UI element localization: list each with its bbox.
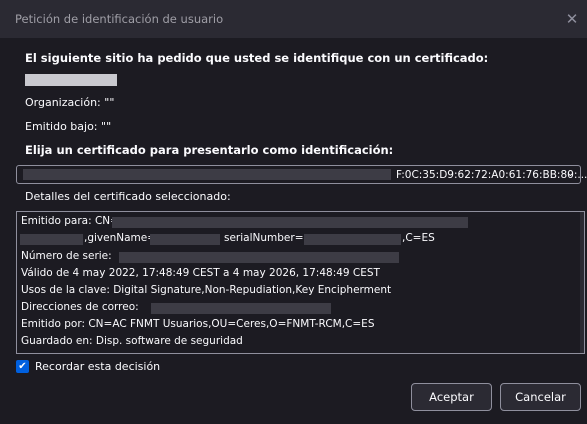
site-host-redacted [25,74,117,86]
serial-number-label: serialNumber= [224,232,304,244]
details-label: Detalles del certificado seleccionado: [25,190,231,203]
certificate-select-value: F:0C:35:D9:62:72:A0:61:76:BB:80:... [396,169,587,181]
surname-redacted [20,234,83,245]
choose-certificate-label: Elija un certificado para presentarlo co… [25,143,394,157]
certificate-select[interactable]: F:0C:35:D9:62:72:A0:61:76:BB:80:... ⌄ [16,165,587,184]
organization-label: Organización: "" [25,96,115,109]
certificate-name-redacted [23,169,391,180]
chevron-down-icon: ⌄ [565,166,575,179]
given-name-label: ,givenName= [84,232,157,244]
remember-label: Recordar esta decisión [35,360,161,373]
serial-line: Número de serie: [21,250,112,262]
validity-line: Válido de 4 may 2022, 17:48:49 CEST a 4 … [21,267,380,279]
country-suffix: ,C=ES [402,232,435,244]
window-title: Petición de identificación de usuario [15,12,224,26]
cancel-button[interactable]: Cancelar [500,383,581,411]
key-usage-line: Usos de la clave: Digital Signature,Non-… [21,284,392,296]
email-redacted [151,303,331,314]
remember-checkbox[interactable]: ✔ [16,360,29,373]
email-line: Direcciones de correo: [21,301,139,313]
issued-to-line: Emitido para: CN= [21,215,119,227]
certificate-details-box[interactable]: Emitido para: CN= ,givenName= serialNumb… [16,211,585,354]
title-bar: Petición de identificación de usuario ✕ [0,0,587,38]
issued-to-redacted [112,217,468,228]
serial-number-redacted [304,234,401,245]
issued-under-label: Emitido bajo: "" [25,120,112,133]
given-name-redacted [150,234,220,245]
dialog-heading: El siguiente sitio ha pedido que usted s… [25,51,489,65]
accept-button[interactable]: Aceptar [411,383,492,411]
details-scrollbar[interactable] [580,212,584,353]
stored-in-line: Guardado en: Disp. software de seguridad [21,335,243,347]
serial-redacted [119,252,399,263]
close-icon[interactable]: ✕ [561,8,583,30]
issuer-line: Emitido por: CN=AC FNMT Usuarios,OU=Cere… [21,318,375,330]
